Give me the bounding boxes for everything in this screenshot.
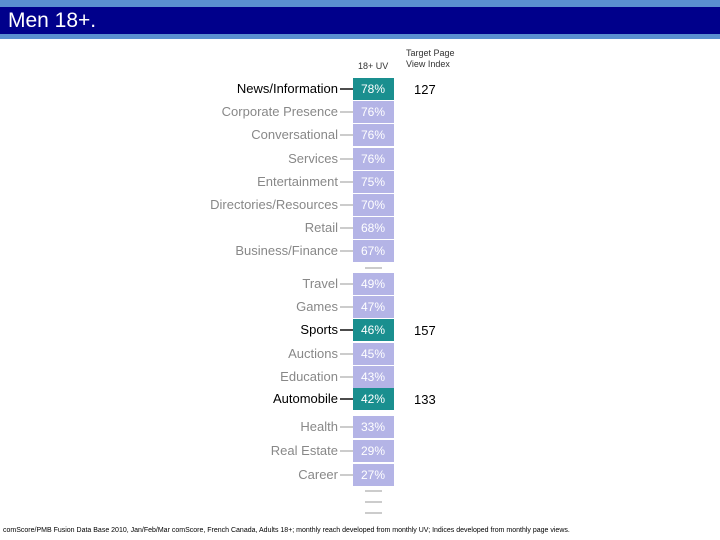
uv-value-label: 33% <box>361 420 385 434</box>
uv-value-label: 42% <box>361 392 385 406</box>
category-label: Retail <box>305 220 338 235</box>
uv-value-label: 75% <box>361 175 385 189</box>
index-value: 133 <box>414 392 436 407</box>
category-label: Automobile <box>273 391 338 406</box>
category-label: Health <box>300 419 338 434</box>
category-label: Auctions <box>288 346 338 361</box>
uv-value-label: 29% <box>361 444 385 458</box>
index-value: 127 <box>414 82 436 97</box>
uv-value-label: 43% <box>361 370 385 384</box>
uv-value-label: 47% <box>361 300 385 314</box>
category-label: News/Information <box>237 81 338 96</box>
uv-value-label: 70% <box>361 198 385 212</box>
category-label: Travel <box>302 276 338 291</box>
uv-value-label: 76% <box>361 128 385 142</box>
index-value: 157 <box>414 323 436 338</box>
category-label: Sports <box>300 322 338 337</box>
uv-value-label: 45% <box>361 347 385 361</box>
category-label: Real Estate <box>271 443 338 458</box>
source-footnote: comScore/PMB Fusion Data Base 2010, Jan/… <box>3 527 570 534</box>
category-label: Education <box>280 369 338 384</box>
uv-value-label: 27% <box>361 468 385 482</box>
category-label: Business/Finance <box>235 243 338 258</box>
category-label: Directories/Resources <box>210 197 338 212</box>
category-label: Entertainment <box>257 174 338 189</box>
uv-value-label: 76% <box>361 152 385 166</box>
category-label: Services <box>288 151 338 166</box>
uv-value-label: 68% <box>361 221 385 235</box>
uv-value-label: 78% <box>361 82 385 96</box>
uv-value-label: 46% <box>361 323 385 337</box>
category-label: Conversational <box>251 127 338 142</box>
category-label: Career <box>298 467 338 482</box>
uv-value-label: 67% <box>361 244 385 258</box>
category-label: Games <box>296 299 338 314</box>
category-label: Corporate Presence <box>222 104 338 119</box>
uv-table-chart: News/Information 78% 127 Corporate Presence… <box>210 78 436 514</box>
uv-value-label: 49% <box>361 277 385 291</box>
uv-value-label: 76% <box>361 105 385 119</box>
